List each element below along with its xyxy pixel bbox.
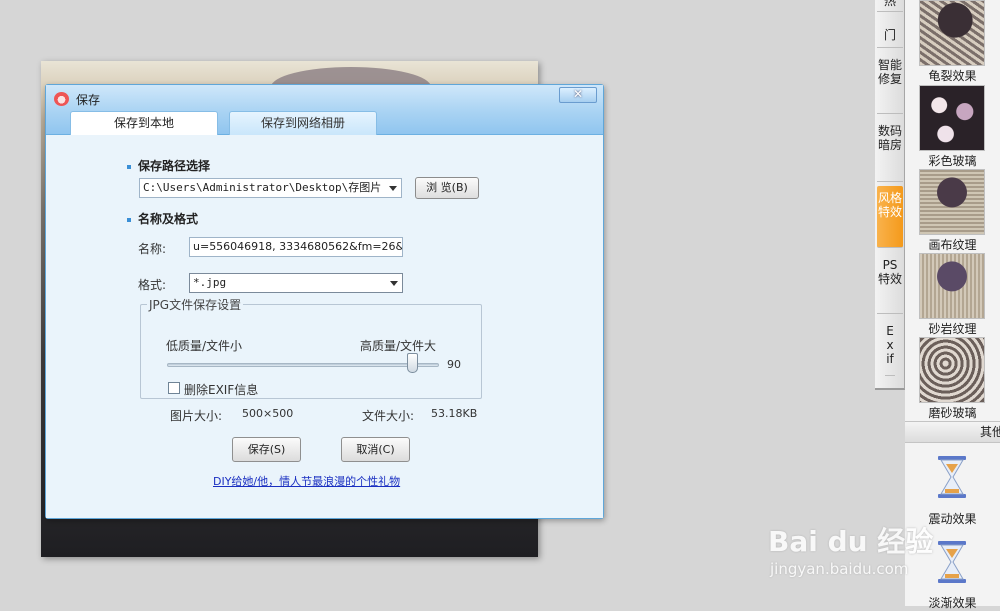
tab-save-album[interactable]: 保存到网络相册: [229, 111, 377, 135]
effect-category-tabs: 热 门 智能修复 数码暗房 风格特效 PS特效 Exif: [875, 0, 905, 390]
bullet-icon: [127, 217, 131, 222]
image-size-value: 500×500: [242, 407, 294, 420]
effect-label[interactable]: 淡渐效果: [905, 594, 1000, 611]
quality-slider[interactable]: [167, 363, 439, 367]
save-dialog: 保存 ✕ 保存到本地 保存到网络相册 保存路径选择 C:\Users\Admin…: [45, 84, 604, 519]
dialog-titlebar[interactable]: 保存 ✕ 保存到本地 保存到网络相册: [46, 85, 603, 136]
chevron-down-icon[interactable]: [389, 186, 397, 191]
tab-hot[interactable]: 门: [877, 22, 903, 48]
format-select[interactable]: *.jpg: [189, 273, 403, 293]
save-path-select[interactable]: C:\Users\Administrator\Desktop\存图片: [139, 178, 402, 198]
frosted-glass-thumbnail[interactable]: [919, 337, 985, 403]
sandstone-thumbnail[interactable]: [919, 253, 985, 319]
cancel-button[interactable]: 取消(C): [341, 437, 410, 462]
effect-label[interactable]: 彩色玻璃: [905, 152, 1000, 169]
save-path-value: C:\Users\Administrator\Desktop\存图片: [143, 181, 382, 194]
tab-save-local[interactable]: 保存到本地: [70, 111, 218, 136]
jpg-settings-title: JPG文件保存设置: [147, 296, 244, 313]
close-button[interactable]: ✕: [559, 87, 597, 103]
name-section-heading: 名称及格式: [127, 210, 198, 227]
name-label: 名称:: [138, 242, 167, 256]
tab-smart-repair[interactable]: 智能修复: [877, 54, 903, 114]
name-heading-text: 名称及格式: [138, 212, 199, 226]
low-quality-label: 低质量/文件小: [166, 339, 243, 353]
delete-exif-checkbox[interactable]: [168, 382, 180, 394]
chevron-down-icon[interactable]: [390, 281, 398, 286]
path-section-heading: 保存路径选择: [127, 157, 210, 174]
tab-hot-top[interactable]: 热: [877, 0, 903, 12]
effect-label[interactable]: 龟裂效果: [905, 67, 1000, 84]
stained-glass-thumbnail[interactable]: [919, 85, 985, 151]
promo-link[interactable]: DIY给她/他，情人节最浪漫的个性礼物: [213, 473, 400, 489]
other-effects-header[interactable]: 其他: [905, 421, 1000, 443]
app-logo-icon: [54, 92, 69, 106]
effect-label[interactable]: 砂岩纹理: [905, 320, 1000, 337]
canvas-texture-thumbnail[interactable]: [919, 169, 985, 235]
tab-digital-darkroom[interactable]: 数码暗房: [877, 120, 903, 182]
hourglass-icon[interactable]: [935, 540, 969, 584]
quality-value: 90: [447, 358, 461, 371]
format-value: *.jpg: [193, 276, 227, 289]
format-label: 格式:: [138, 278, 167, 292]
tab-style-effects[interactable]: 风格特效: [877, 186, 903, 248]
high-quality-label: 高质量/文件大: [360, 339, 437, 353]
effect-label[interactable]: 画布纹理: [905, 236, 1000, 253]
dialog-content: 保存路径选择 C:\Users\Administrator\Desktop\存图…: [46, 135, 603, 518]
image-size-label: 图片大小:: [170, 409, 223, 423]
file-size-value: 53.18KB: [431, 407, 478, 420]
baidu-watermark: Bai du 经验: [768, 525, 934, 558]
dialog-title: 保存: [76, 93, 101, 107]
bullet-icon: [127, 164, 131, 169]
jpg-settings-group: JPG文件保存设置 低质量/文件小 高质量/文件大 90 删除EXIF信息: [140, 296, 482, 399]
hourglass-icon[interactable]: [935, 455, 969, 499]
quality-slider-handle[interactable]: [406, 353, 418, 373]
path-heading-text: 保存路径选择: [138, 159, 211, 173]
crackle-thumbnail[interactable]: [919, 0, 985, 66]
file-size-label: 文件大小:: [362, 409, 415, 423]
tab-ps-effects[interactable]: PS特效: [877, 254, 903, 314]
filename-input[interactable]: u=556046918, 3334680562&fm=26&gp=0_c: [189, 237, 403, 257]
delete-exif-label: 删除EXIF信息: [184, 383, 259, 397]
save-button[interactable]: 保存(S): [232, 437, 301, 462]
effect-label[interactable]: 磨砂玻璃: [905, 404, 1000, 421]
tab-exif[interactable]: Exif: [885, 320, 895, 376]
browse-button[interactable]: 浏 览(B): [415, 177, 479, 199]
baidu-watermark-url: jingyan.baidu.com: [770, 560, 909, 578]
